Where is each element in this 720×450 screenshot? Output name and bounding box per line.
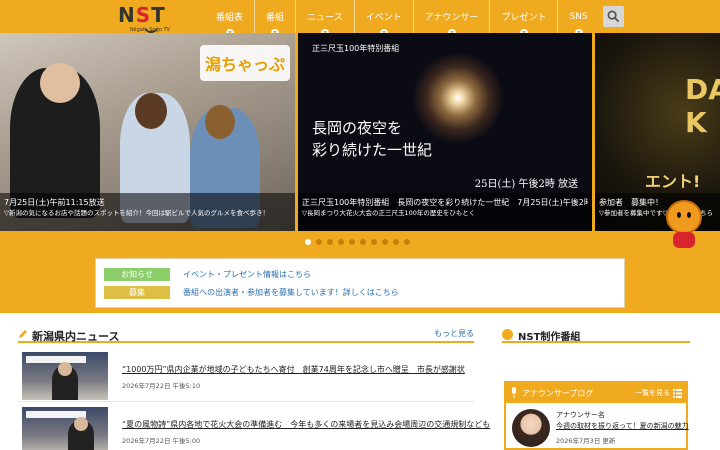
slide-headline: 長岡の夜空を 彩り続けた一世紀 [312,119,433,159]
nav-item-programs[interactable]: 番組 [254,0,295,37]
news-section-header: 新潟県内ニュース もっと見る [18,327,474,343]
logo-letter-n: N [118,3,136,27]
carousel-dot[interactable] [327,239,333,245]
panel-header: アナウンサーブログ 一覧を見る [506,383,686,403]
nav-item-presents[interactable]: プレゼント [489,0,557,37]
slide-big-text: DA K [685,73,720,139]
list-icon [673,388,682,398]
hero-carousel: 潟ちゃっぷ 7月25日(土)午前11:15放送 ▽新潟の気になるお店や話題のスポ… [0,33,720,233]
nav-item-sns[interactable]: SNS [557,0,598,37]
hero-slide-2[interactable]: 正三尺玉100年特別番組 長岡の夜空を 彩り続けた一世紀 25日(土) 午後2時… [298,33,592,231]
notice-tag: お知らせ [104,268,170,281]
notice-link[interactable]: イベント・プレゼント情報はこちら [183,269,311,280]
microphone-icon [512,387,516,398]
section-title: NST制作番組 [518,332,581,343]
news-item[interactable]: “1000万円”県内企業が地域の子どもたちへ寄付 創業74周年を記念し市へ贈呈 … [18,350,474,402]
news-date: 2026年7月22日 午後5:10 [122,382,201,390]
blog-author: アナウンサー名 [556,411,605,419]
logo-letters: NST [118,5,166,25]
logo-letter-s: S [135,3,152,27]
nav-item-news[interactable]: ニュース [295,0,354,37]
carousel-dot[interactable] [316,239,322,245]
nav-item-events[interactable]: イベント [353,0,413,37]
news-more-link[interactable]: もっと見る [434,328,474,339]
news-title[interactable]: “夏の風物詩”県内各地で花火大会の準備進む 今年も多くの来場者を見込み会場周辺の… [122,419,490,430]
site-header: NST Niigata Sogo TV 番組表 番組 ニュース イベント アナウ… [0,0,720,37]
carousel-dot[interactable] [382,239,388,245]
blog-post-title[interactable]: 今週の取材を振り返って！夏の新潟の魅力 [556,421,689,431]
news-item[interactable]: “夏の風物詩”県内各地で花火大会の準備進む 今年も多くの来場者を見込み会場周辺の… [18,405,490,450]
nav-item-announcers[interactable]: アナウンサー [412,0,490,37]
program-logo: 潟ちゃっぷ [200,45,290,81]
slide-caption: 7月25日(土)午前11:15放送 ▽新潟の気になるお店や話題のスポットを紹介！… [0,193,295,231]
carousel-dot[interactable] [371,239,377,245]
pen-icon [19,330,27,338]
notice-row[interactable]: 募集 番組への出演者・参加者を募集しています！詳しくはこちら [104,286,399,299]
notice-link[interactable]: 番組への出演者・参加者を募集しています！詳しくはこちら [183,287,399,298]
panel-list-link[interactable]: 一覧を見る [635,388,682,398]
blog-post-date: 2026年7月3日 更新 [556,437,616,445]
carousel-dots [305,239,410,245]
hero-slide-1[interactable]: 潟ちゃっぷ 7月25日(土)午前11:15放送 ▽新潟の気になるお店や話題のスポ… [0,33,295,231]
notice-row[interactable]: お知らせ イベント・プレゼント情報はこちら [104,268,311,281]
carousel-dot[interactable] [349,239,355,245]
carousel-dot[interactable] [393,239,399,245]
slide-label: エント! [645,172,701,191]
speech-bubble-icon [502,329,513,340]
notice-box: お知らせ イベント・プレゼント情報はこちら 募集 番組への出演者・参加者を募集し… [95,258,625,308]
slide-airtime: 25日(土) 午後2時 放送 [474,179,578,190]
news-title[interactable]: “1000万円”県内企業が地域の子どもたちへ寄付 創業74周年を記念し市へ贈呈 … [122,364,465,375]
main-nav: 番組表 番組 ニュース イベント アナウンサー プレゼント SNS [205,0,599,37]
search-icon [607,10,620,23]
section-title: 新潟県内ニュース [32,330,120,343]
nav-item-schedule[interactable]: 番組表 [205,0,254,37]
news-thumbnail[interactable] [22,407,108,450]
notice-tag: 募集 [104,286,170,299]
search-button[interactable] [603,6,624,27]
logo-letter-t: T [151,3,166,27]
news-thumbnail[interactable] [22,352,108,400]
carousel-dot[interactable] [305,239,311,245]
news-date: 2026年7月22日 午後5:00 [122,437,201,445]
carousel-dot[interactable] [360,239,366,245]
slide-caption: 正三尺玉100年特別番組 長岡の夜空を彩り続けた一世紀 7月25日(土)午後2時… [298,193,592,231]
avatar[interactable] [512,409,550,447]
carousel-dot[interactable] [404,239,410,245]
mascot-icon[interactable] [664,200,704,250]
nst-logo[interactable]: NST Niigata Sogo TV [114,3,186,37]
programs-section-header: NST制作番組 [502,327,690,343]
panel-title: アナウンサーブログ [522,389,594,398]
slide-subtitle: 正三尺玉100年特別番組 [312,44,400,53]
announcer-blog-panel: アナウンサーブログ 一覧を見る アナウンサー名 今週の取材を振り返って！夏の新潟… [504,381,689,450]
carousel-dot[interactable] [338,239,344,245]
